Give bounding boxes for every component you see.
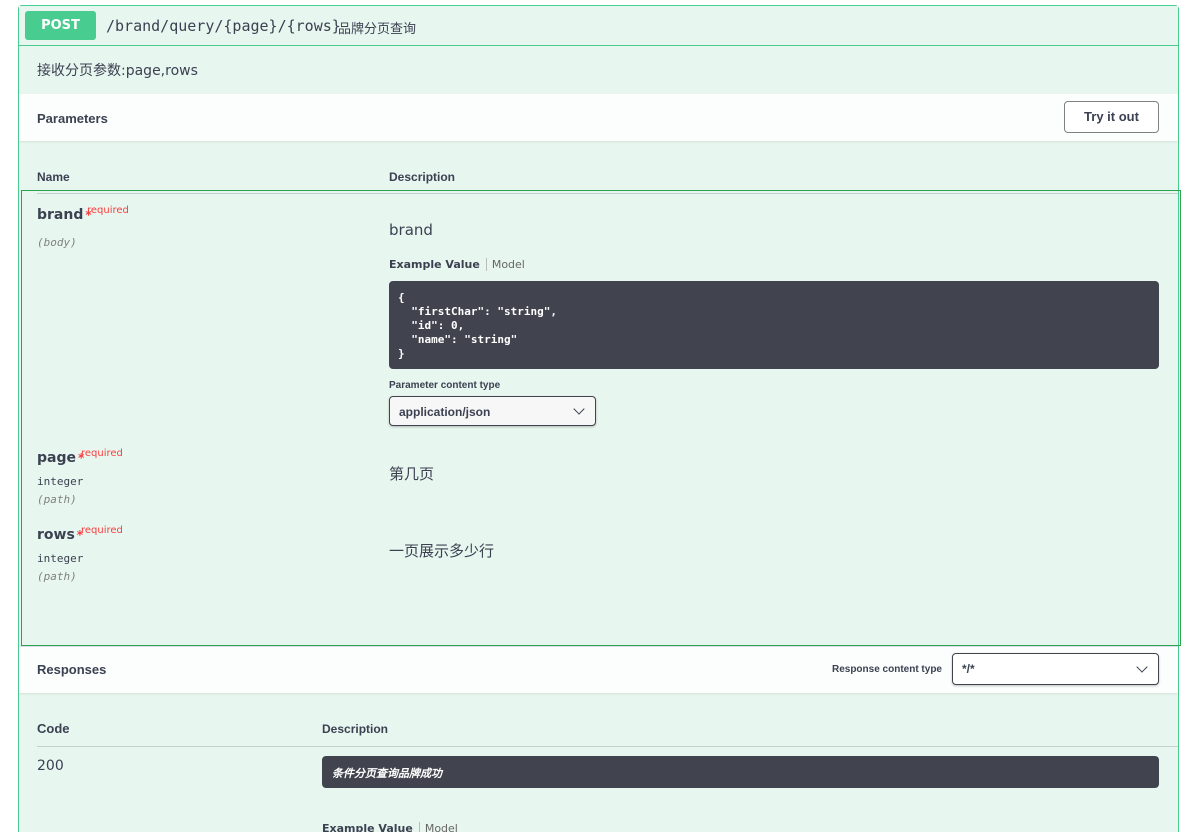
column-header-response-description: Description xyxy=(322,722,389,736)
parameters-header: Parameters Try it out xyxy=(19,94,1178,141)
tab-example-value[interactable]: Example Value xyxy=(322,822,420,832)
param-in-page: (path) xyxy=(37,493,77,506)
operation-summary-text: 品牌分页查询 xyxy=(338,22,417,37)
param-name-text: brand xyxy=(37,207,84,223)
parameter-content-type-label: Parameter content type xyxy=(389,380,501,391)
parameters-title: Parameters xyxy=(37,111,108,126)
param-name-brand: brand * xyxy=(37,207,92,223)
chevron-down-icon xyxy=(1136,661,1148,673)
param-name-text: page xyxy=(37,450,76,466)
response-content-type-select[interactable]: */* xyxy=(952,653,1159,685)
operation-block: POST /brand/query/{page}/{rows} 品牌分页查询 接… xyxy=(18,5,1181,832)
responses-divider xyxy=(37,746,1178,747)
selected-response-type: */* xyxy=(962,662,975,676)
param-in-rows: (path) xyxy=(37,570,77,583)
required-label: required xyxy=(81,525,123,536)
param-name-rows: rows * xyxy=(37,527,83,543)
required-label: required xyxy=(87,205,129,216)
tab-model[interactable]: Model xyxy=(420,822,458,832)
param-in-brand: (body) xyxy=(37,236,77,249)
param-name-text: rows xyxy=(37,527,75,543)
selection-highlight xyxy=(21,190,1181,646)
tab-model[interactable]: Model xyxy=(487,258,525,271)
example-value-code: { "firstChar": "string", "id": 0, "name"… xyxy=(389,281,1159,369)
operation-description: 接收分页参数:page,rows xyxy=(37,63,198,79)
responses-title: Responses xyxy=(37,662,107,677)
response-code: 200 xyxy=(37,758,64,774)
try-it-out-button[interactable]: Try it out xyxy=(1064,101,1159,133)
tab-example-value[interactable]: Example Value xyxy=(389,258,487,271)
selected-content-type: application/json xyxy=(399,405,491,419)
response-content-type-label: Response content type xyxy=(831,664,942,675)
param-description-brand: brand xyxy=(389,221,433,239)
operation-path: /brand/query/{page}/{rows} xyxy=(106,17,341,35)
param-type-rows: integer xyxy=(37,552,84,565)
param-name-page: page * xyxy=(37,450,84,466)
parameter-content-type-select[interactable]: application/json xyxy=(389,396,596,426)
method-badge: POST xyxy=(25,11,96,40)
operation-summary[interactable]: POST /brand/query/{page}/{rows} 品牌分页查询 xyxy=(19,6,1178,46)
column-header-name: Name xyxy=(37,170,70,184)
response-description: 条件分页查询品牌成功 xyxy=(322,756,1159,788)
required-label: required xyxy=(81,448,123,459)
param-description-rows: 一页展示多少行 xyxy=(389,542,495,560)
example-model-tabs: Example Value Model xyxy=(389,258,525,271)
column-header-description: Description xyxy=(389,170,456,184)
response-example-tabs: Example Value Model xyxy=(322,822,458,832)
chevron-down-icon xyxy=(573,403,585,415)
column-header-code: Code xyxy=(37,721,70,736)
param-description-page: 第几页 xyxy=(389,465,435,483)
param-type-page: integer xyxy=(37,475,84,488)
